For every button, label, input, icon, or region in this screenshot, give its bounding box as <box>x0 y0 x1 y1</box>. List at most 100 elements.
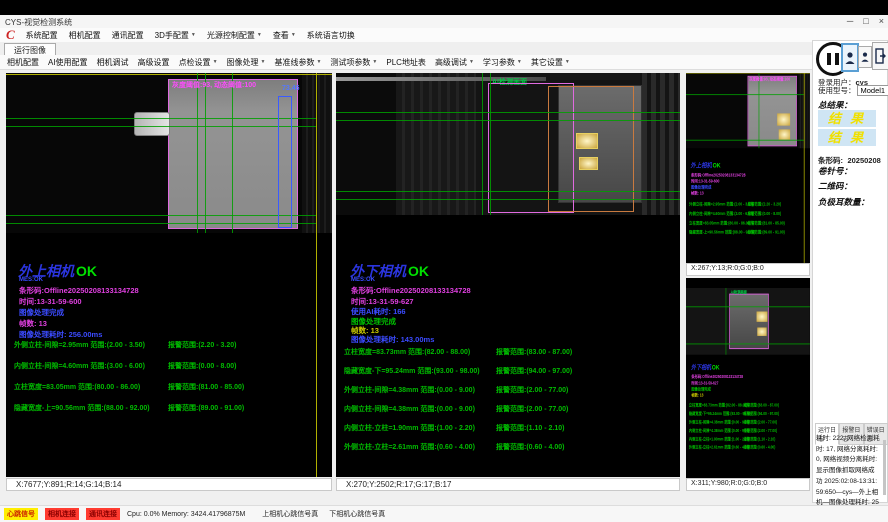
thumb-result-title: 外上相机OK <box>691 160 721 169</box>
elapsed-line: 图像处理耗时: 256.00ms <box>19 329 102 340</box>
title-bar: CYS-视觉检测系统 ─ □ × <box>0 15 888 29</box>
left-coord-bar: X:7677;Y:891;R:14;G:14;B:14 <box>6 478 332 491</box>
barcode-value: 20250208 <box>847 156 880 165</box>
maximize-button[interactable]: □ <box>863 16 868 26</box>
measurement-row: 内侧立柱-间隙=4.60mm 范围:(3.00 - 6.00)报警范围:(0.0… <box>689 210 810 216</box>
chevron-down-icon: ▼ <box>261 59 266 65</box>
tool-camera-debug[interactable]: 相机调试 <box>97 57 129 68</box>
measurement-row: 内侧立柱-间隙=4.38mm 范围:(0.00 - 9.00)报警范围:(2.0… <box>689 427 810 433</box>
tool-baseline-params[interactable]: 基准线参数▼ <box>274 57 321 68</box>
barcode-line: 条形码:Offline20250208133134728 <box>351 285 471 296</box>
measurement-row: 外侧立柱-立柱=2.61mm 范围:(0.60 - 4.00)报警范围:(0.6… <box>344 442 680 452</box>
thumb-bottom-coord-bar: X:311;Y:980;R:0;G:0;B:0 <box>686 478 810 491</box>
user-manage-button[interactable] <box>858 46 872 68</box>
thumb-image: 灰度阈值:93, 动态阈值:100 <box>686 73 810 148</box>
app-window: CYS-视觉检测系统 ─ □ × C 系统配置 相机配置 通讯配置 3D手配置▼… <box>0 0 888 522</box>
toolbar: 相机配置 AI使用配置 相机调试 高级设置 点检设置▼ 图像处理▼ 基准线参数▼… <box>0 55 888 70</box>
frame-count-line: 帧数: 13 <box>691 190 704 196</box>
tool-spot-check[interactable]: 点检设置▼ <box>179 57 218 68</box>
spindle-label: 卷针号： <box>818 165 852 177</box>
menu-comm-config[interactable]: 通讯配置 <box>112 30 144 41</box>
measurement-row: 内侧立柱-立柱=1.90mm 范围:(1.00 - 2.20)报警范围:(1.1… <box>344 423 680 433</box>
menu-language-switch[interactable]: 系统语言切换 <box>307 30 355 41</box>
tool-image-processing[interactable]: 图像处理▼ <box>227 57 266 68</box>
image-texture <box>396 73 476 215</box>
status-bar: 心跳信号 相机连接 通讯连接 Cpu: 0.0% Memory: 3424.41… <box>0 505 888 522</box>
exit-door-icon <box>875 48 887 64</box>
menu-bar: C 系统配置 相机配置 通讯配置 3D手配置▼ 光源控制配置▼ 查看▼ 系统语言… <box>0 28 888 42</box>
measurement-row: 内侧立柱-间隙=4.60mm 范围:(3.00 - 6.00)报警范围:(0.0… <box>14 361 332 371</box>
model-row: 使用型号： Model1 <box>818 85 888 96</box>
model-label: 使用型号： <box>818 85 856 96</box>
menu-robot-config[interactable]: 3D手配置▼ <box>155 30 196 41</box>
measurement-row: 立柱宽度=83.73mm 范围:(82.00 - 88.00)报警范围:(83.… <box>689 402 810 408</box>
tab-strip: 运行图像 <box>0 42 888 56</box>
desktop-strip <box>0 0 888 15</box>
barcode-label: 条形码: <box>818 156 843 165</box>
window-title: CYS-视觉检测系统 <box>5 17 72 28</box>
image-texture <box>336 73 396 215</box>
camera-view-middle[interactable]: AI检测画面 外下相机OK MES:OK 条形码:Offline20250208… <box>336 73 680 477</box>
thumb-image: AI检测画面 <box>686 288 810 355</box>
left-camera-image: 73.46 灰度阈值:93, 动态阈值:100 <box>6 73 332 233</box>
menu-camera-config[interactable]: 相机配置 <box>69 30 101 41</box>
bright-spot <box>757 327 766 335</box>
measurement-row: 外侧立柱-间隙=4.38mm 范围:(0.00 - 9.00)报警范围:(2.0… <box>344 385 680 395</box>
ai-view-label: AI检测画面 <box>731 289 747 295</box>
switch-user-button[interactable] <box>841 43 859 72</box>
minimize-button[interactable]: ─ <box>847 16 853 26</box>
model-select[interactable]: Model1 <box>857 85 888 96</box>
measurement-row: 隐藏宽度-上=90.56mm 范围:(88.00 - 92.00)报警范围:(8… <box>14 403 332 413</box>
menu-system-config[interactable]: 系统配置 <box>26 30 58 41</box>
close-button[interactable]: × <box>879 16 884 26</box>
tool-learning-params[interactable]: 学习参数▼ <box>483 57 522 68</box>
menu-light-config[interactable]: 光源控制配置▼ <box>207 30 262 41</box>
process-done-line: 图像处理完成 <box>19 307 64 318</box>
thumb-view-top[interactable]: 灰度阈值:93, 动态阈值:100 外上相机OK 条形码:Offline2025… <box>686 73 810 263</box>
measurement-row: 外侧立柱-间隙=2.95mm 范围:(2.00 - 3.50)报警范围:(2.2… <box>689 201 810 207</box>
menu-view[interactable]: 查看▼ <box>273 30 296 41</box>
mes-status: MES:OK <box>351 277 375 283</box>
chevron-down-icon: ▼ <box>469 59 474 65</box>
tool-camera-config[interactable]: 相机配置 <box>7 57 39 68</box>
tool-other-settings[interactable]: 其它设置▼ <box>531 57 570 68</box>
exit-button[interactable] <box>872 42 888 70</box>
bright-spot <box>579 157 598 170</box>
tool-advanced-settings[interactable]: 高级设置 <box>138 57 170 68</box>
measurement-row: 立柱宽度=83.73mm 范围:(82.00 - 88.00)报警范围:(83.… <box>344 347 680 357</box>
chevron-down-icon: ▼ <box>191 32 196 38</box>
frame-count-line: 帧数: 13 <box>691 392 703 398</box>
measurement-row: 隐藏宽度-下=95.24mm 范围:(93.00 - 98.00)报警范围:(9… <box>344 366 680 376</box>
chevron-down-icon: ▼ <box>257 32 262 38</box>
measure-roi-label: 73.46 <box>282 85 300 92</box>
elapsed-line: 图像处理耗时: 143.00ms <box>351 334 434 345</box>
thumb-view-bottom[interactable]: AI检测画面 外下相机OK 条形码:Offline202502081331347… <box>686 278 810 478</box>
bright-spot <box>576 133 598 149</box>
time-line: 时间:13-31-59-600 <box>19 296 82 307</box>
bright-spot <box>757 312 768 322</box>
chevron-down-icon: ▼ <box>213 59 218 65</box>
camera-view-left[interactable]: 73.46 灰度阈值:93, 动态阈值:100 外上相机OK MES:OK 条形… <box>6 73 332 477</box>
measurement-row: 隐藏宽度-上=90.56mm 范围:(88.00 - 92.00)报警范围:(8… <box>689 229 810 235</box>
image-texture <box>642 73 680 215</box>
tool-test-params[interactable]: 测试项参数▼ <box>330 57 377 68</box>
bright-spot <box>777 113 790 125</box>
middle-coord-bar: X:270;Y:2502;R:17;G:17;B:17 <box>336 478 680 491</box>
camera-connect-badge: 相机连接 <box>45 508 79 520</box>
log-scrollbar[interactable] <box>883 440 886 495</box>
chevron-down-icon: ▼ <box>291 32 296 38</box>
thumb-top-coord-bar: X:267;Y:13;R:0;G:0;B:0 <box>686 263 810 276</box>
frame-count-line: 帧数: 13 <box>19 318 47 329</box>
tool-ai-usage-config[interactable]: AI使用配置 <box>48 57 88 68</box>
image-texture <box>302 73 332 233</box>
heartbeat-status-badge: 心跳信号 <box>4 508 38 520</box>
measurement-row: 内侧立柱-立柱=1.90mm 范围:(1.00 - 2.20)报警范围:(1.1… <box>689 436 810 442</box>
middle-camera-image: AI检测画面 <box>336 73 680 215</box>
tool-advanced-debug[interactable]: 高级调试▼ <box>435 57 474 68</box>
chevron-down-icon: ▼ <box>517 59 522 65</box>
bottom-camera-heartbeat-text: 下相机心跳信号真 <box>329 509 385 519</box>
chevron-down-icon: ▼ <box>316 59 321 65</box>
tool-plc-address-table[interactable]: PLC地址表 <box>386 57 426 68</box>
measurement-row: 立柱宽度=83.05mm 范围:(80.00 - 86.00)报警范围:(81.… <box>14 382 332 392</box>
bright-spot <box>779 129 790 139</box>
